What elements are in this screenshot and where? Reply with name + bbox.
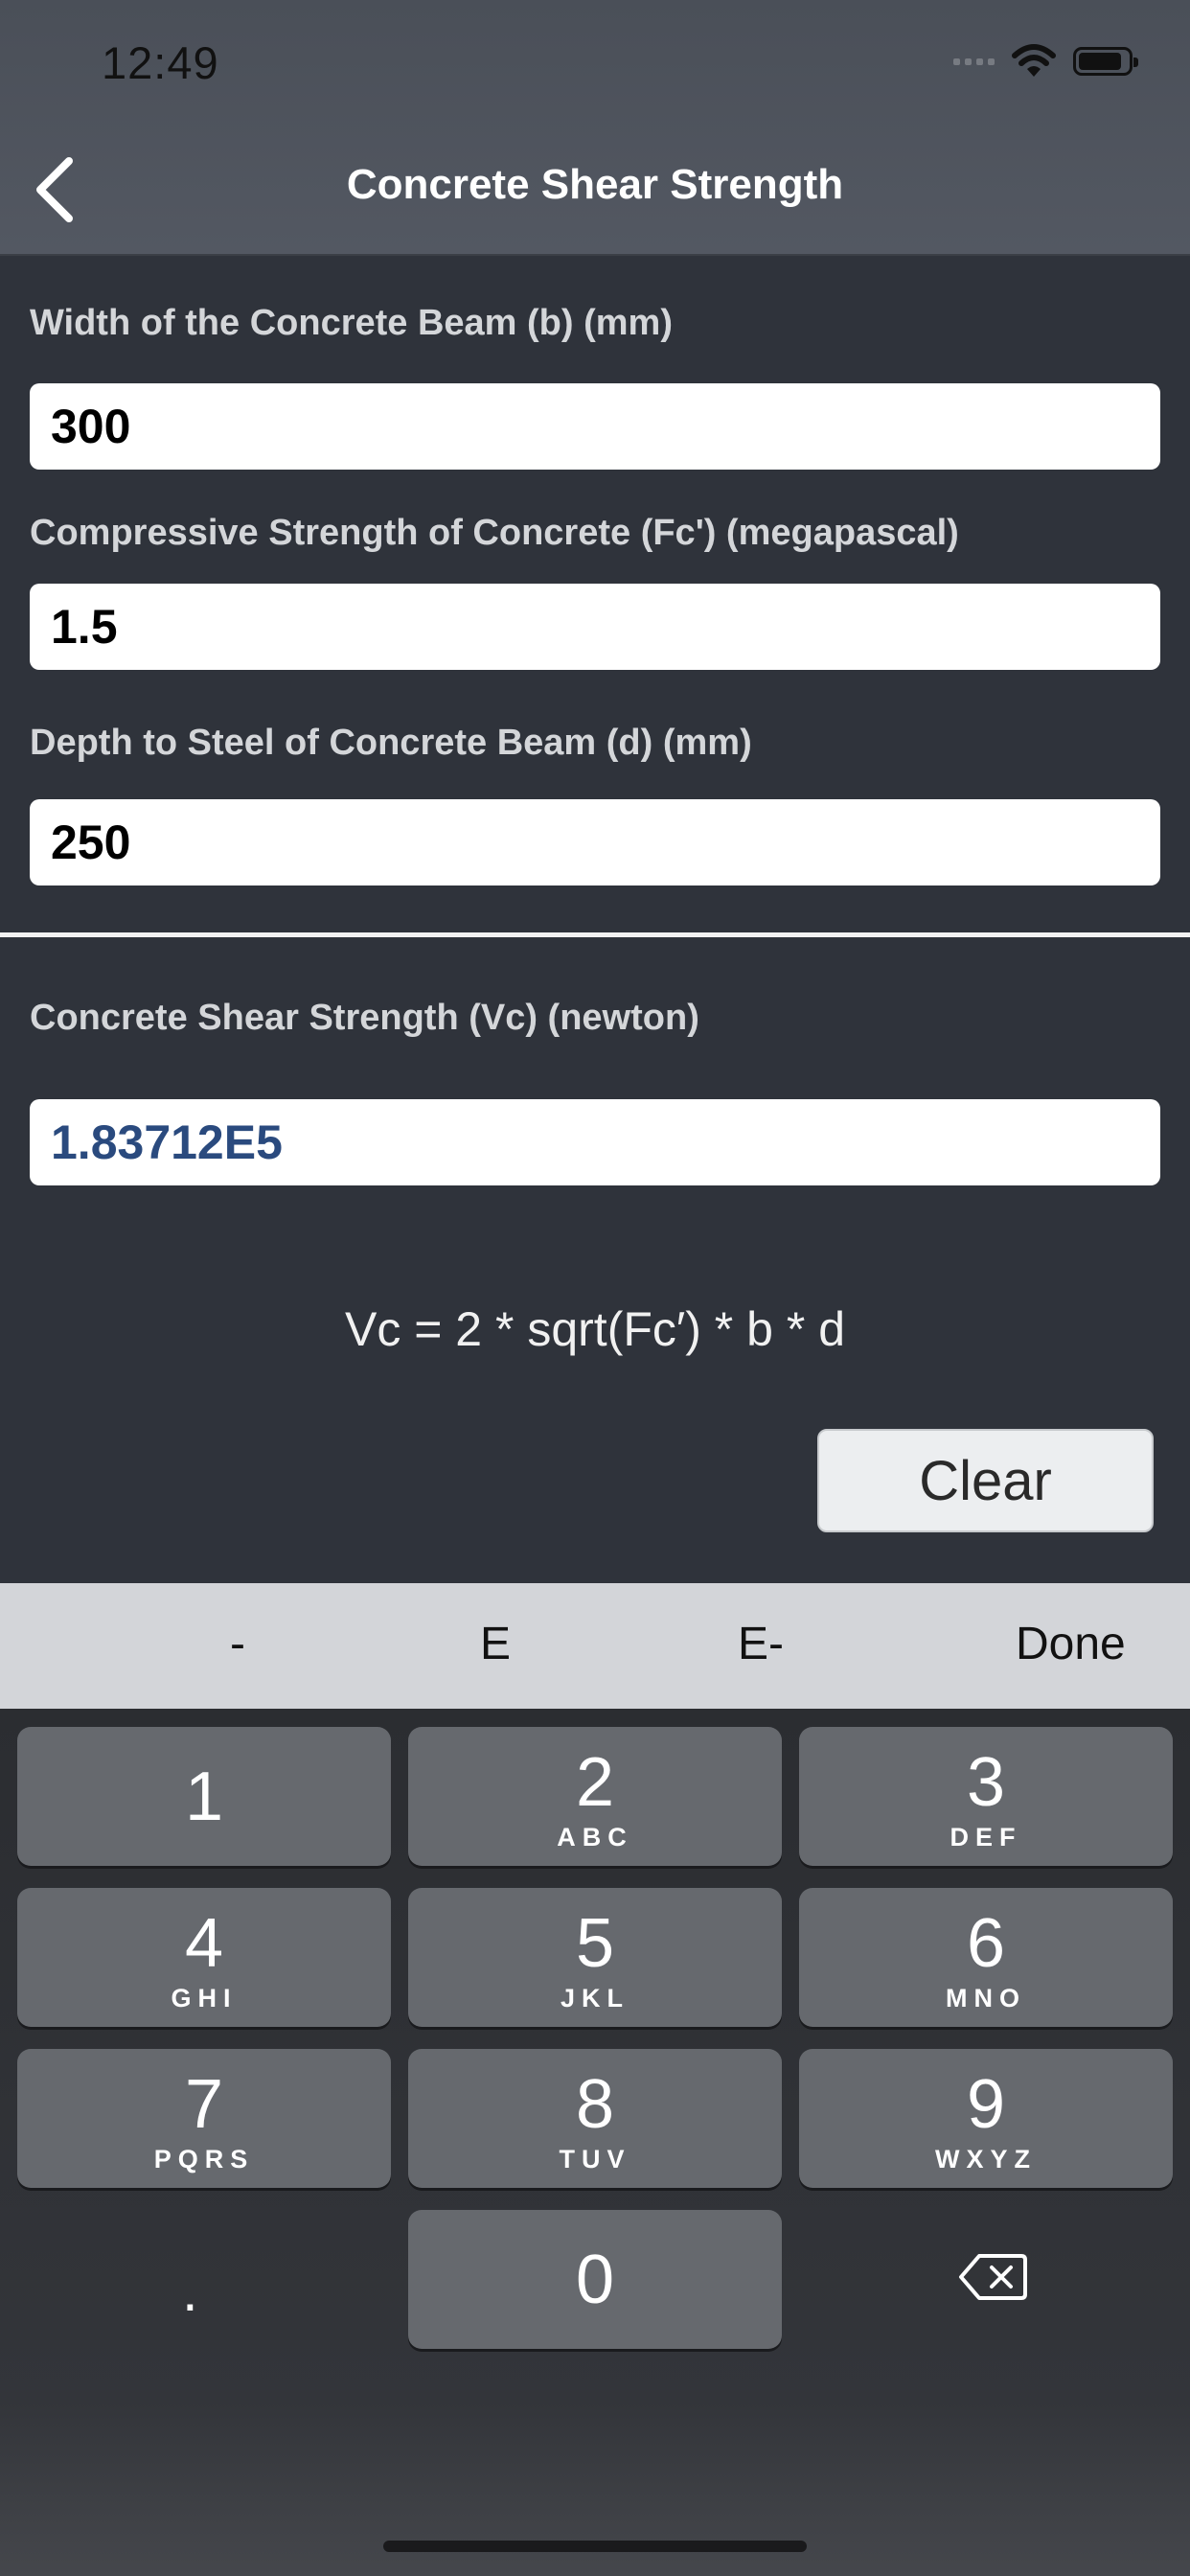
clear-button[interactable]: Clear [817, 1429, 1154, 1532]
width-label: Width of the Concrete Beam (b) (mm) [30, 303, 673, 343]
key-letters: MNO [946, 1984, 1026, 2012]
key-7[interactable]: 7 PQRS [17, 2049, 391, 2188]
compressive-strength-label: Compressive Strength of Concrete (Fc') (… [30, 513, 959, 553]
minus-button[interactable]: - [230, 1618, 245, 1670]
status-time: 12:49 [102, 37, 219, 88]
backspace-icon[interactable] [958, 2252, 1027, 2302]
key-digit: 2 [575, 1744, 615, 1821]
cellular-signal-icon [953, 58, 995, 65]
key-digit: 9 [966, 2066, 1006, 2143]
key-letters: TUV [559, 2145, 631, 2174]
home-indicator [383, 2541, 807, 2552]
key-0[interactable]: 0 [408, 2210, 782, 2349]
key-letters: JKL [560, 1984, 629, 2012]
battery-icon [1073, 47, 1138, 76]
page-title: Concrete Shear Strength [346, 161, 844, 208]
key-digit: 3 [966, 1744, 1006, 1821]
key-9[interactable]: 9 WXYZ [799, 2049, 1173, 2188]
width-input[interactable] [30, 383, 1160, 470]
key-letters: ABC [557, 1823, 633, 1852]
key-letters: GHI [171, 1984, 238, 2012]
keyboard-accessory-bar: - E E- Done [0, 1583, 1190, 1709]
key-1[interactable]: 1 [17, 1727, 391, 1866]
depth-input[interactable] [30, 799, 1160, 886]
key-6[interactable]: 6 MNO [799, 1888, 1173, 2027]
formula-text: Vc = 2 * sqrt(Fc′) * b * d [344, 1302, 846, 1356]
key-digit: 0 [575, 2242, 615, 2318]
key-digit: 8 [575, 2066, 615, 2143]
key-4[interactable]: 4 GHI [17, 1888, 391, 2027]
key-digit: 4 [184, 1905, 224, 1982]
key-2[interactable]: 2 ABC [408, 1727, 782, 1866]
screen: 12:49 Concrete Shear Strength Width of t… [0, 0, 1190, 2576]
negative-exponent-button[interactable]: E- [738, 1618, 784, 1670]
compressive-strength-input[interactable] [30, 584, 1160, 670]
depth-label: Depth to Steel of Concrete Beam (d) (mm) [30, 723, 752, 763]
key-digit: 5 [575, 1905, 615, 1982]
key-8[interactable]: 8 TUV [408, 2049, 782, 2188]
key-decimal[interactable]: . [182, 2258, 211, 2323]
navigation-bar: 12:49 Concrete Shear Strength [0, 0, 1190, 256]
status-icons [953, 44, 1138, 79]
shear-strength-label: Concrete Shear Strength (Vc) (newton) [30, 998, 699, 1038]
key-letters: WXYZ [935, 2145, 1037, 2174]
key-letters: DEF [950, 1823, 1022, 1852]
key-3[interactable]: 3 DEF [799, 1727, 1173, 1866]
key-letters: PQRS [153, 2145, 255, 2174]
key-digit: 1 [184, 1759, 224, 1835]
done-button[interactable]: Done [1016, 1618, 1126, 1670]
wifi-icon [1012, 44, 1056, 77]
section-divider [0, 932, 1190, 937]
key-digit: 7 [184, 2066, 224, 2143]
key-5[interactable]: 5 JKL [408, 1888, 782, 2027]
exponent-button[interactable]: E [480, 1618, 511, 1670]
key-digit: 6 [966, 1905, 1006, 1982]
shear-strength-result [30, 1099, 1160, 1185]
